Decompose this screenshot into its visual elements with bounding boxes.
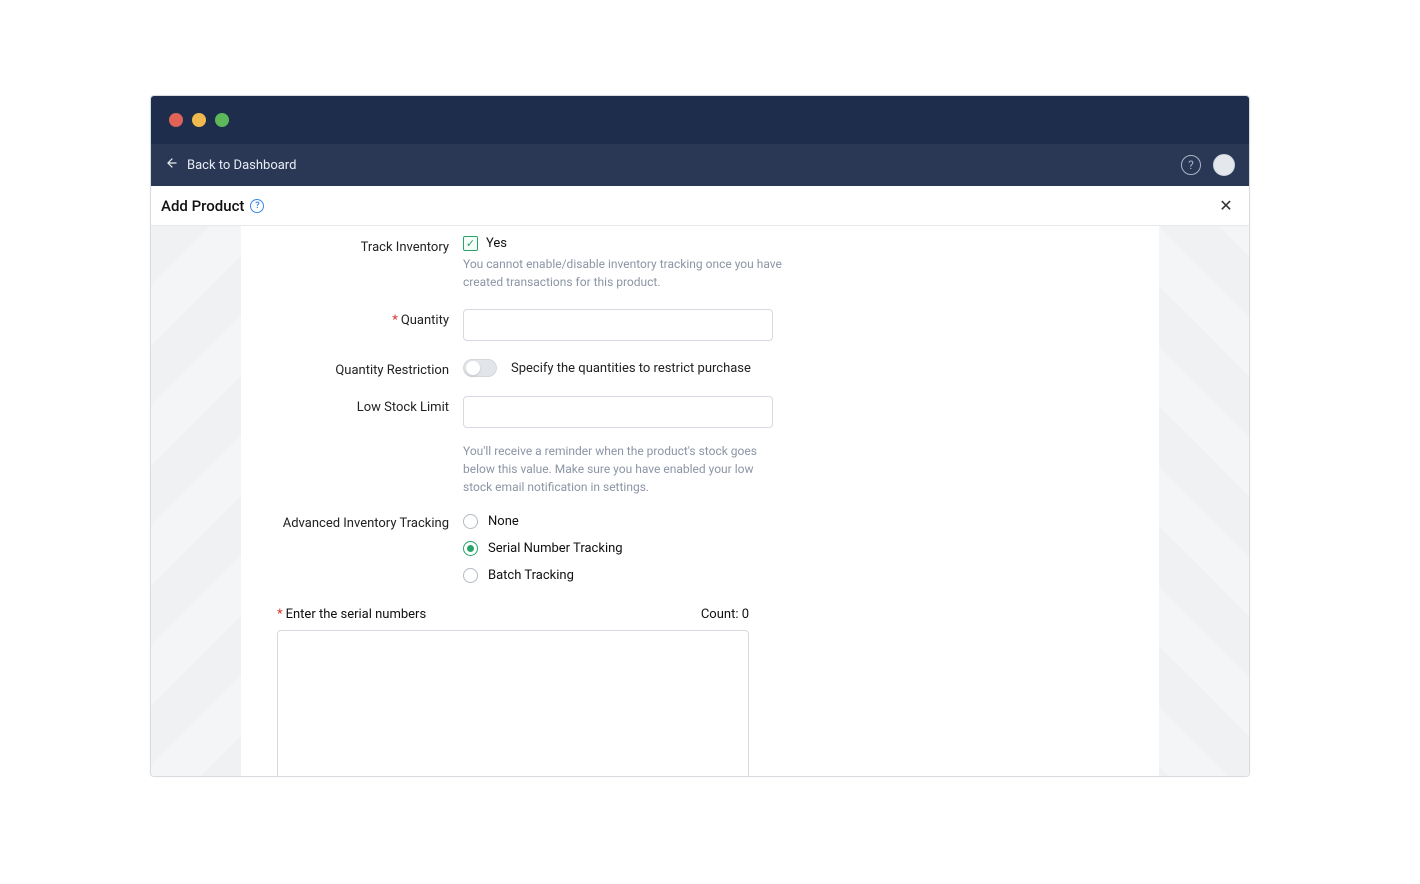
low-stock-input[interactable] [463,396,773,428]
radio-serial-label: Serial Number Tracking [488,541,623,556]
window-titlebar [151,96,1249,144]
radio-batch[interactable]: Batch Tracking [463,568,923,583]
page-title: Add Product [161,197,244,215]
left-gutter [151,226,241,776]
track-inventory-hint: You cannot enable/disable inventory trac… [463,255,783,291]
quantity-restriction-hint: Specify the quantities to restrict purch… [511,361,751,376]
back-label: Back to Dashboard [187,158,296,173]
row-quantity-restriction: Quantity Restriction Specify the quantit… [277,359,1123,378]
avatar[interactable] [1213,154,1235,176]
navbar: Back to Dashboard ? [151,144,1249,186]
arrow-left-icon [165,156,179,174]
label-quantity: Quantity [401,313,449,328]
content: Track Inventory ✓ Yes You cannot enable/… [151,226,1249,776]
close-icon[interactable]: ✕ [1215,195,1237,217]
radio-batch-label: Batch Tracking [488,568,574,583]
help-icon[interactable]: ? [1181,155,1201,175]
serial-numbers-input[interactable] [277,630,749,776]
page-help-icon[interactable]: ? [250,199,264,213]
window-close-icon[interactable] [169,113,183,127]
radio-batch-icon [463,568,478,583]
serial-block: *Enter the serial numbers Count: 0 To pr… [277,607,1123,776]
serial-label: Enter the serial numbers [286,607,427,622]
form: Track Inventory ✓ Yes You cannot enable/… [241,226,1159,776]
row-advanced-tracking: Advanced Inventory Tracking None Serial … [277,514,1123,583]
radio-serial[interactable]: Serial Number Tracking [463,541,923,556]
window-controls [169,113,229,127]
window-minimize-icon[interactable] [192,113,206,127]
label-advanced-tracking: Advanced Inventory Tracking [277,514,463,531]
quantity-input[interactable] [463,309,773,341]
row-quantity: *Quantity [277,309,1123,341]
radio-serial-icon [463,541,478,556]
track-inventory-checkbox-label: Yes [486,236,507,251]
radio-none-icon [463,514,478,529]
low-stock-hint: You'll receive a reminder when the produ… [463,442,773,496]
track-inventory-checkbox[interactable]: ✓ [463,236,478,251]
window-maximize-icon[interactable] [215,113,229,127]
row-track-inventory: Track Inventory ✓ Yes You cannot enable/… [277,236,1123,291]
label-quantity-restriction: Quantity Restriction [277,359,463,378]
app-window: Back to Dashboard ? Add Product ? ✕ Trac… [150,95,1250,777]
back-to-dashboard-link[interactable]: Back to Dashboard [165,156,296,174]
navbar-right: ? [1181,154,1235,176]
page-header: Add Product ? ✕ [151,186,1249,226]
quantity-restriction-toggle[interactable] [463,359,497,377]
right-gutter [1159,226,1249,776]
serial-count: Count: 0 [701,607,749,622]
radio-none-label: None [488,514,519,529]
radio-none[interactable]: None [463,514,923,529]
label-track-inventory: Track Inventory [277,236,463,255]
label-low-stock: Low Stock Limit [277,396,463,415]
row-low-stock: Low Stock Limit You'll receive a reminde… [277,396,1123,496]
